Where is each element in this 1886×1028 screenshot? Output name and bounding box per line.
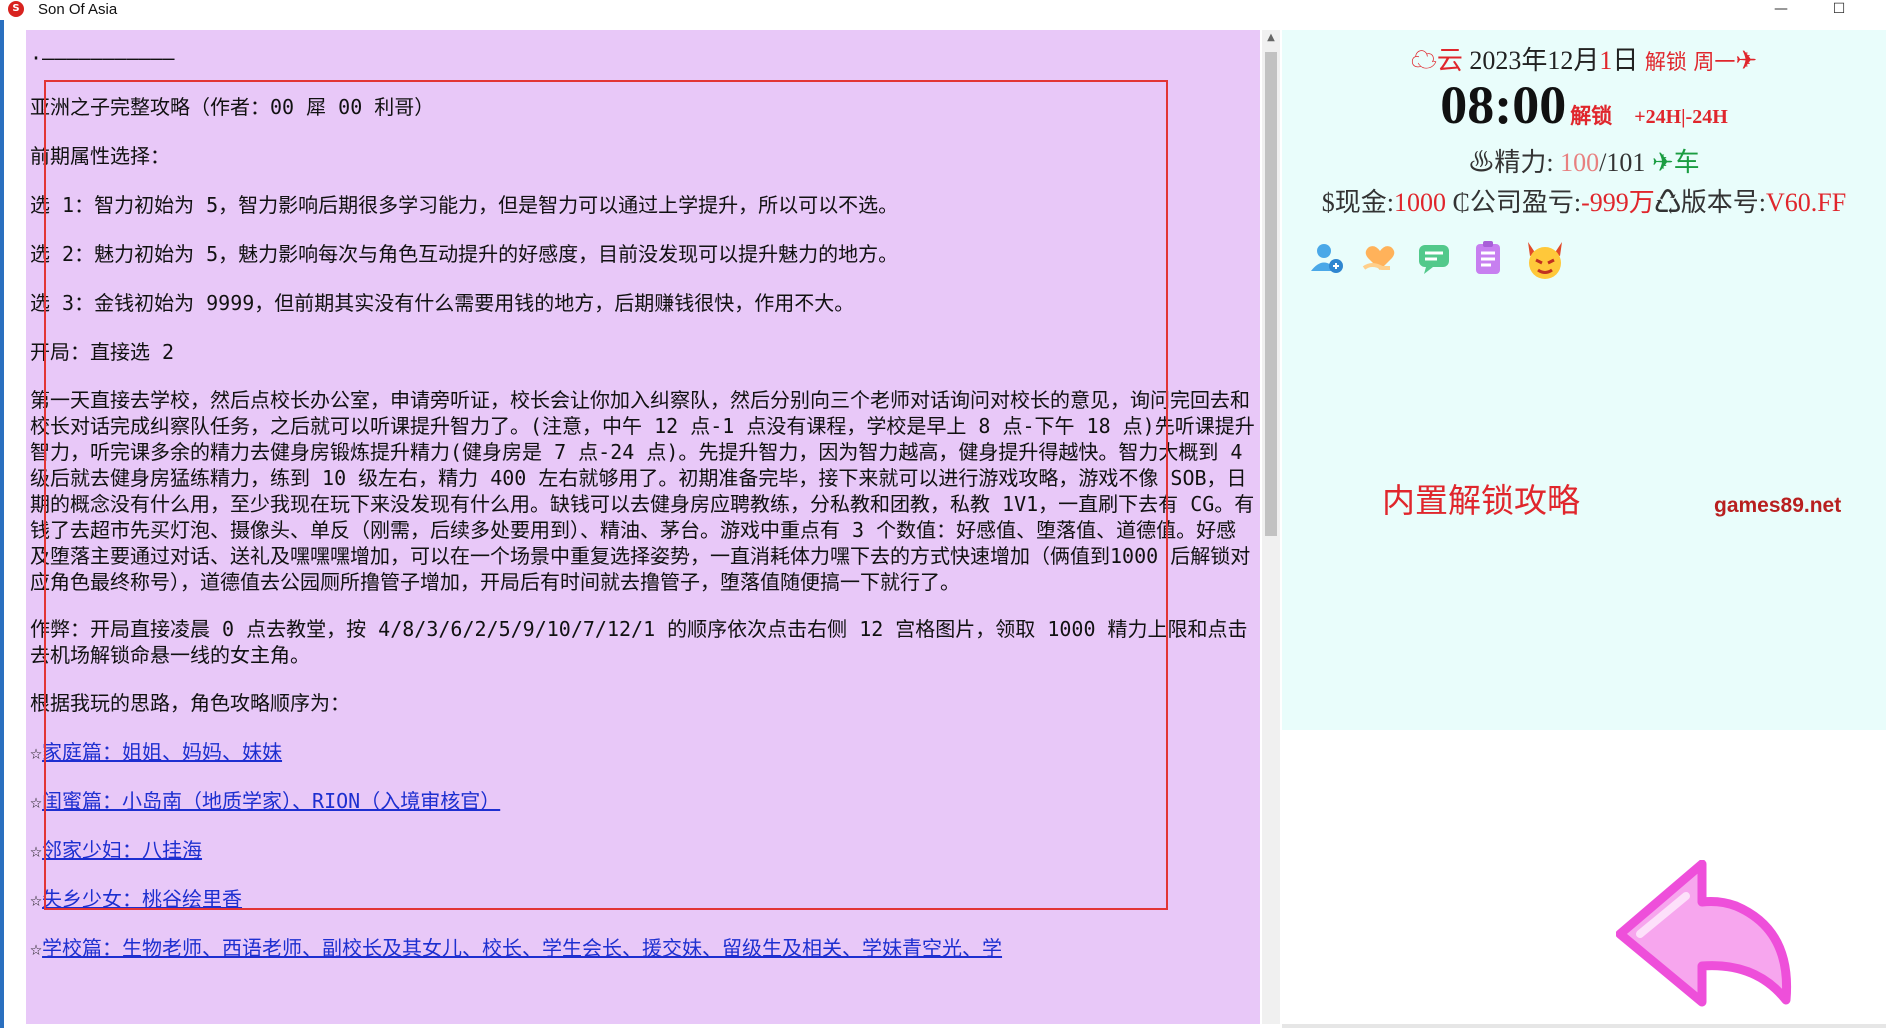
plane-icon[interactable]: ✈ bbox=[1652, 148, 1674, 177]
title-bar: S Son Of Asia — ☐ bbox=[0, 0, 1886, 20]
day-number: 1 bbox=[1599, 46, 1613, 75]
cash-value: 1000 bbox=[1394, 188, 1447, 217]
back-arrow-icon[interactable] bbox=[1616, 860, 1806, 1012]
link-school-chapter[interactable]: 学校篇：生物老师、西语老师、副校长及其女儿、校长、学生会长、援交妹、留级生及相关… bbox=[42, 936, 1002, 960]
order-intro-text: 根据我玩的思路，角色攻略顺序为： bbox=[30, 691, 350, 715]
link-bestie-chapter[interactable]: 闺蜜篇：小岛南（地质学家）、RION（入境审核官） bbox=[42, 789, 500, 813]
time-unlock-button[interactable]: 解锁 bbox=[1570, 104, 1612, 128]
weather-text: 云 bbox=[1436, 46, 1463, 75]
option-3-text: 选 3：金钱初始为 9999，但前期其实没有什么需要用钱的地方，后期赚钱很快，作… bbox=[30, 291, 855, 315]
cloud-icon: ☁ bbox=[1410, 46, 1437, 75]
built-in-guide-label: 内置解锁攻略 bbox=[1382, 481, 1580, 520]
version-value: V60.FF bbox=[1766, 188, 1847, 217]
scroll-up-arrow-icon[interactable]: ▲ bbox=[1262, 32, 1280, 48]
window-title: Son Of Asia bbox=[38, 1, 118, 18]
site-watermark: games89.net bbox=[1714, 494, 1842, 517]
devil-face-icon[interactable] bbox=[1522, 238, 1568, 282]
star-icon: ☆ bbox=[30, 838, 43, 862]
star-icon: ☆ bbox=[30, 740, 43, 764]
attribute-section-title: 前期属性选择： bbox=[30, 144, 170, 168]
date-unlock-button[interactable]: 解锁 bbox=[1645, 50, 1687, 74]
opening-text: 开局：直接选 2 bbox=[30, 340, 175, 364]
company-label: ₵公司盈亏: bbox=[1452, 188, 1582, 217]
user-add-icon[interactable] bbox=[1306, 238, 1346, 278]
option-2-text: 选 2：魅力初始为 5，魅力影响每次与角色互动提升的好感度，目前没发现可以提升魅… bbox=[30, 242, 899, 266]
weekday-text: 周一 bbox=[1693, 50, 1736, 74]
guide-link-row: ☆学校篇：生物老师、西语老师、副校长及其女儿、校长、学生会长、援交妹、留级生及相… bbox=[30, 934, 1256, 962]
guide-heading: 亚洲之子完整攻略（作者：00 犀 00 利哥） bbox=[30, 95, 435, 119]
version-label: ♺版本号: bbox=[1654, 188, 1766, 217]
guide-text-panel[interactable]: ·——————————— 亚洲之子完整攻略（作者：00 犀 00 利哥） 前期属… bbox=[26, 30, 1260, 1024]
maximize-button[interactable]: ☐ bbox=[1816, 0, 1862, 20]
guide-scrollbar[interactable]: ▲ bbox=[1262, 30, 1280, 1024]
link-neighbor-chapter[interactable]: 邻家少妇：八挂海 bbox=[42, 838, 202, 862]
cheat-paragraph: 作弊：开局直接凌晨 0 点去教堂，按 4/8/3/6/2/5/9/10/7/12… bbox=[30, 617, 1248, 667]
company-value: -999万 bbox=[1581, 188, 1655, 217]
day-one-paragraph: 第一天直接去学校，然后点校长办公室，申请旁听证，校长会让你加入纠察队，然后分别向… bbox=[30, 388, 1255, 594]
energy-row: ♨精力: 100/101 ✈车 bbox=[1282, 142, 1886, 179]
car-button[interactable]: 车 bbox=[1674, 148, 1700, 177]
bottom-strip bbox=[1282, 1024, 1886, 1028]
travel-plane-icon[interactable]: ✈ bbox=[1735, 46, 1757, 75]
energy-label: ♨精力: bbox=[1468, 148, 1554, 177]
guide-link-row: ☆邻家少妇：八挂海 bbox=[30, 836, 1256, 864]
money-row: $现金:1000 ₵公司盈亏:-999万♺版本号:V60.FF bbox=[1282, 182, 1886, 219]
guide-link-row: ☆闺蜜篇：小岛南（地质学家）、RION（入境审核官） bbox=[30, 787, 1256, 815]
month-text: 12月 bbox=[1547, 46, 1600, 75]
chat-icon[interactable] bbox=[1414, 238, 1454, 278]
day-char: 日 bbox=[1612, 46, 1639, 75]
link-family-chapter[interactable]: 家庭篇：姐姐、妈妈、妹妹 bbox=[42, 740, 282, 764]
star-icon: ☆ bbox=[30, 887, 43, 911]
star-icon: ☆ bbox=[30, 936, 43, 960]
guide-link-row: ☆家庭篇：姐姐、妈妈、妹妹 bbox=[30, 738, 1256, 766]
option-1-text: 选 1：智力初始为 5，智力影响后期很多学习能力，但是智力可以通过上学提升，所以… bbox=[30, 193, 899, 217]
cash-label: $现金: bbox=[1321, 188, 1395, 217]
scroll-thumb[interactable] bbox=[1265, 52, 1277, 536]
energy-max: 101 bbox=[1606, 148, 1646, 177]
guide-divider: ·——————————— bbox=[30, 46, 175, 70]
star-icon: ☆ bbox=[30, 789, 43, 813]
date-row: ☁云 2023年12月1日 解锁 周一✈ bbox=[1282, 40, 1886, 77]
guide-content: ·——————————— 亚洲之子完整攻略（作者：00 犀 00 利哥） 前期属… bbox=[30, 44, 1256, 983]
time-row: 08:00 解锁 +24H|-24H bbox=[1282, 74, 1886, 136]
app-logo-icon: S bbox=[8, 1, 24, 17]
window-left-edge bbox=[0, 20, 4, 1028]
year-text: 2023年 bbox=[1469, 46, 1548, 75]
time-adjust-buttons[interactable]: +24H|-24H bbox=[1634, 106, 1728, 128]
notes-icon[interactable] bbox=[1468, 238, 1508, 278]
link-lost-girl-chapter[interactable]: 失乡少女：桃谷绘里香 bbox=[42, 887, 242, 911]
guide-link-row: ☆失乡少女：桃谷绘里香 bbox=[30, 885, 1256, 913]
minimize-button[interactable]: — bbox=[1758, 0, 1804, 20]
status-panel: ☁云 2023年12月1日 解锁 周一✈ 08:00 解锁 +24H|-24H ♨精… bbox=[1282, 30, 1886, 730]
energy-current: 100 bbox=[1560, 148, 1600, 177]
clock-time: 08:00 bbox=[1440, 75, 1567, 135]
heart-hand-icon[interactable] bbox=[1360, 238, 1400, 278]
